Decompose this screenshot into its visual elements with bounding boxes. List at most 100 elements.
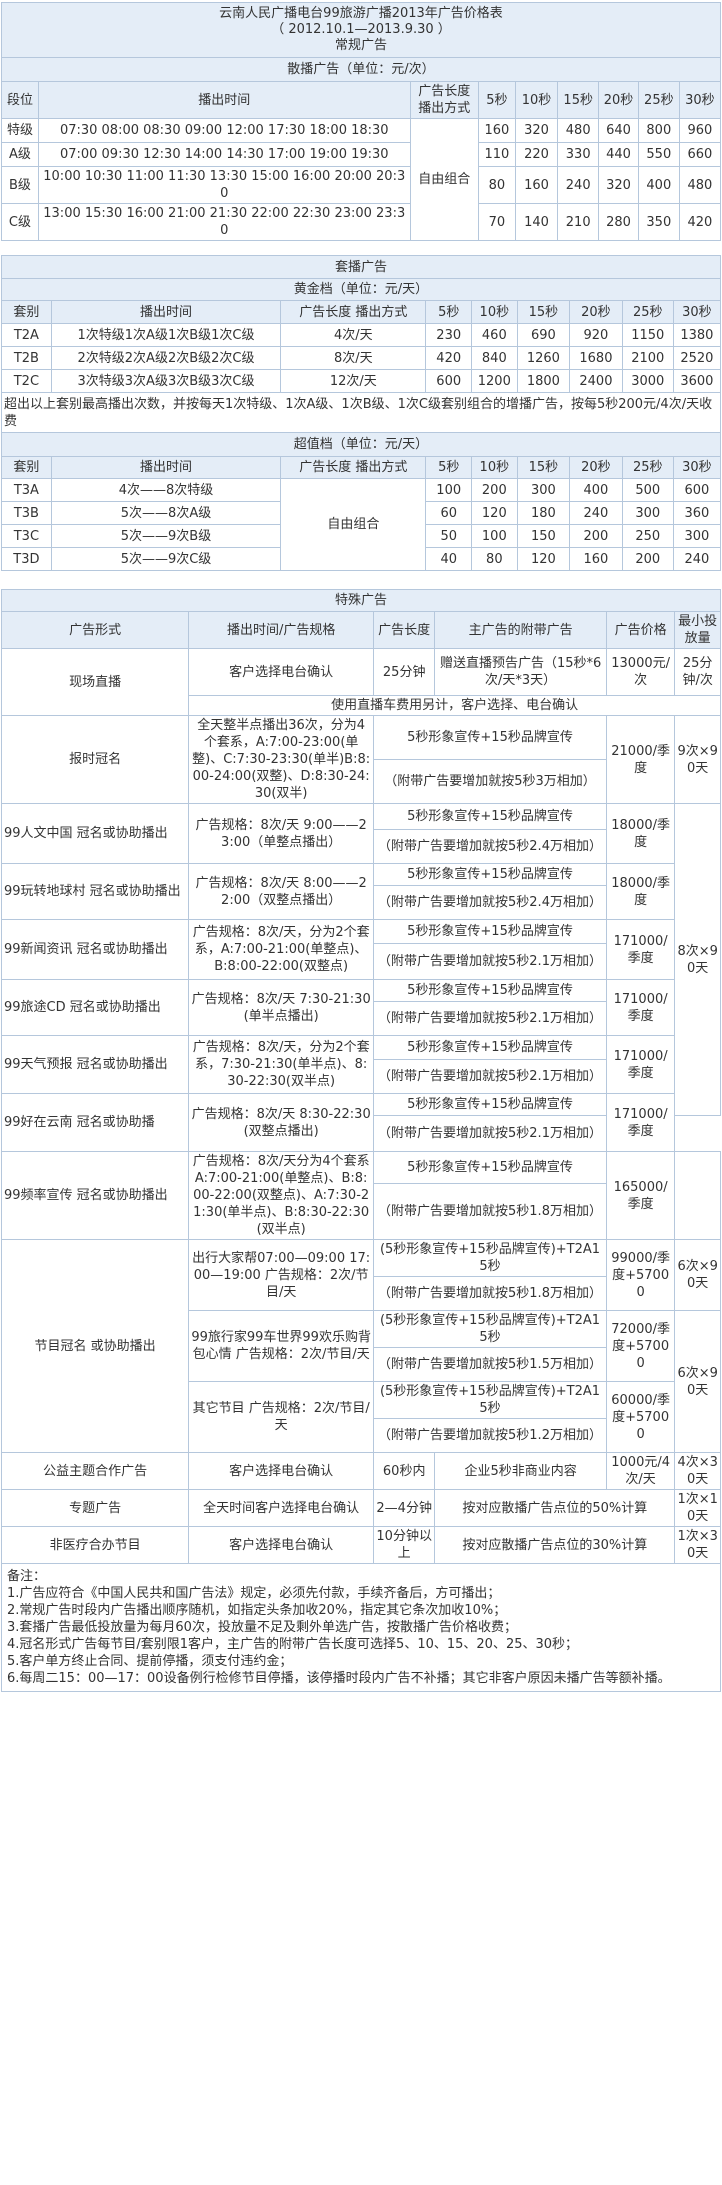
- min-cell: 1次×10天: [674, 1489, 721, 1527]
- price-cell: 840: [471, 346, 518, 370]
- notes-section: 备注： 1.广告应符合《中国人民共和国广告法》规定，必须先付款，手续齐备后，方可…: [1, 1564, 721, 1692]
- price-cell: 600: [425, 369, 473, 393]
- price-cell: 300: [621, 501, 674, 525]
- level-cell: A级: [1, 142, 39, 167]
- min-cell: 1次×30天: [674, 1526, 721, 1564]
- price-cell: 690: [516, 323, 571, 347]
- extra-cell: (5秒形象宣传+15秒品牌宣传)+T2A15秒: [373, 1239, 607, 1277]
- min-cell: 9次×90天: [674, 715, 721, 804]
- time-cell: 客户选择电台确认: [188, 648, 375, 696]
- set-cell: T3B: [1, 501, 52, 525]
- time-cell: 5次——9次B级: [50, 524, 282, 548]
- price-cell: 1680: [569, 346, 623, 370]
- time-cell: 全天时间客户选择电台确认: [188, 1489, 375, 1527]
- extra-cell: 赠送直播预告广告（15秒*6次/天*3天）: [434, 648, 607, 696]
- price-cell: 171000/季度: [605, 979, 676, 1036]
- spec-cell: 99旅行家99车世界99欢乐购背包心情 广告规格：2次/节目/天: [188, 1310, 375, 1382]
- table-row: 99好在云南 冠名或协助播 广告规格：8次/天 8:30-22:30(双整点播出…: [0, 1093, 721, 1152]
- price-cell: 2400: [569, 369, 623, 393]
- col-header: 播出时间: [50, 300, 282, 324]
- col-header: 广告价格: [605, 611, 676, 649]
- level-cell: B级: [1, 166, 39, 204]
- notes-title: 备注：: [7, 1569, 47, 1584]
- table-row: 专题广告 全天时间客户选择电台确认 2—4分钟 按对应散播广告点位的50%计算 …: [0, 1489, 721, 1527]
- col-header: 播出时间/广告规格: [188, 611, 375, 649]
- price-cell: 120: [516, 547, 571, 571]
- col-header: 套别: [1, 300, 52, 324]
- extra-cell: 按对应散播广告点位的50%计算: [434, 1489, 676, 1527]
- spec-cell: 出行大家帮07:00—09:00 17:00—19:00 广告规格：2次/节目/…: [188, 1239, 375, 1311]
- price-cell: 480: [678, 166, 722, 204]
- value-section-title: 超值档（单位：元/天）: [1, 432, 721, 457]
- price-cell: 550: [637, 142, 680, 167]
- price-cell: 70: [477, 203, 516, 241]
- price-cell: 480: [557, 118, 600, 143]
- price-cell: 320: [598, 166, 639, 204]
- table-row: 特级 07:30 08:00 08:30 09:00 12:00 17:30 1…: [1, 118, 722, 241]
- time-cell: 07:00 09:30 12:30 14:00 14:30 17:00 19:0…: [37, 142, 411, 167]
- col-header: 20秒: [569, 300, 623, 324]
- col-header: 5秒: [425, 300, 473, 324]
- time-cell: 5次——9次C级: [50, 547, 282, 571]
- form-cell: 99天气预报 冠名或协助播出: [0, 1035, 190, 1094]
- table-row: 99新闻资讯 冠名或协助播出 广告规格：8次/天，分为2个套系，A:7:00-2…: [0, 919, 721, 980]
- time-cell: 4次——8次特级: [50, 478, 282, 502]
- col-header: 25秒: [621, 300, 674, 324]
- col-header: 30秒: [672, 300, 722, 324]
- price-cell: 400: [569, 478, 623, 502]
- price-cell: 240: [557, 166, 600, 204]
- special-ad-table: 特殊广告 广告形式 播出时间/广告规格 广告长度 主广告的附带广告 广告价格 最…: [0, 589, 721, 1564]
- price-cell: 420: [678, 203, 722, 241]
- price-cell: 440: [598, 142, 639, 167]
- table-row: T2C 3次特级3次A级3次B级3次C级 12次/天 600 1200 1800…: [1, 369, 722, 393]
- price-cell: 220: [514, 142, 559, 167]
- set-cell: T2B: [1, 346, 52, 370]
- price-cell: 3000: [621, 369, 674, 393]
- price-cell: 200: [621, 547, 674, 571]
- price-cell: 360: [672, 501, 722, 525]
- mode-cell: 自由组合: [409, 118, 479, 241]
- price-cell: 250: [621, 524, 674, 548]
- price-cell: 1150: [621, 323, 674, 347]
- table-row: 现场直播 客户选择电台确认 25分钟 赠送直播预告广告（15秒*6次/天*3天）…: [0, 648, 721, 716]
- extra-cell: 5秒形象宣传+15秒品牌宣传: [373, 919, 607, 944]
- price-cell: 3600: [672, 369, 722, 393]
- form-cell: 99人文中国 冠名或协助播出: [0, 803, 190, 864]
- table-row: T2A 1次特级1次A级1次B级1次C级 4次/天 230 460 690 92…: [1, 323, 722, 347]
- price-cell: 110: [477, 142, 516, 167]
- price-cell: 171000/季度: [605, 1093, 676, 1152]
- page-title: 云南人民广播电台99旅游广播2013年广告价格表: [219, 6, 503, 21]
- extra-cell: 5秒形象宣传+15秒品牌宣传: [373, 863, 607, 886]
- col-header: 广告长度 播出方式: [280, 300, 427, 324]
- note-item: 1.广告应符合《中国人民共和国广告法》规定，必须先付款，手续齐备后，方可播出；: [7, 1586, 501, 1601]
- price-cell: 920: [569, 323, 623, 347]
- time-cell: 客户选择电台确认: [188, 1452, 375, 1490]
- set-cell: T3A: [1, 478, 52, 502]
- extra-cell: （附带广告要增加就按5秒3万相加）: [373, 759, 607, 804]
- live-note: 使用直播车费用另计，客户选择、电台确认: [188, 695, 721, 716]
- spec-cell: 其它节目 广告规格：2次/节目/天: [188, 1381, 375, 1453]
- time-cell: 5次——8次A级: [50, 501, 282, 525]
- time-cell: 10:00 10:30 11:00 11:30 13:30 15:00 16:0…: [37, 166, 411, 204]
- length-cell: 60秒内: [373, 1452, 436, 1490]
- price-cell: 660: [678, 142, 722, 167]
- length-cell: 2—4分钟: [373, 1489, 436, 1527]
- price-cell: 99000/季度+57000: [605, 1239, 676, 1311]
- price-cell: 100: [425, 478, 473, 502]
- length-cell: 10分钟以上: [373, 1526, 436, 1564]
- price-cell: 18000/季度: [605, 863, 676, 920]
- extra-cell: 5秒形象宣传+15秒品牌宣传: [373, 1035, 607, 1060]
- price-cell: 280: [598, 203, 639, 241]
- min-cell: 6次×90天: [674, 1239, 721, 1311]
- gold-note: 超出以上套别最高播出次数，并按每天1次特级、1次A级、1次B级、1次C级套别组合…: [1, 392, 721, 433]
- mode-cell: 12次/天: [280, 369, 427, 393]
- price-cell: 18000/季度: [605, 803, 676, 864]
- time-cell: 13:00 15:30 16:00 21:00 21:30 22:00 22:3…: [37, 203, 411, 241]
- col-header: 广告长度 播出方式: [280, 456, 427, 479]
- price-cell: 1260: [516, 346, 571, 370]
- regular-ad-title: 常规广告: [334, 38, 387, 53]
- form-cell: 现场直播: [0, 648, 190, 716]
- price-cell: 640: [598, 118, 639, 143]
- price-cell: 2520: [672, 346, 722, 370]
- level-cell: 特级: [1, 118, 39, 143]
